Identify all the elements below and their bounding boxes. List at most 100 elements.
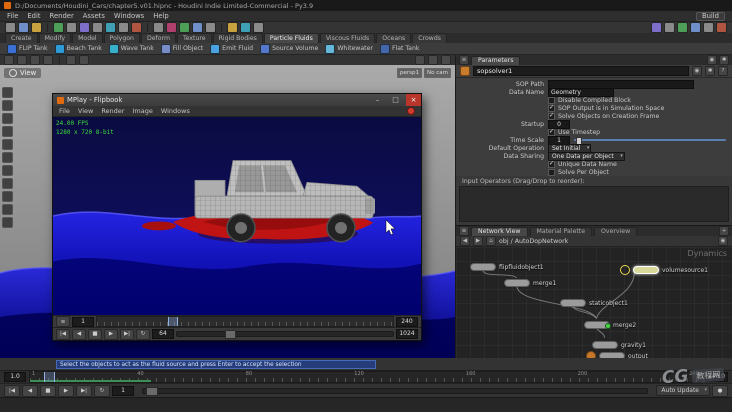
mplay-menu-render[interactable]: Render: [101, 107, 124, 115]
toolbar-icon[interactable]: [179, 22, 190, 33]
network-canvas[interactable]: Dynamics flipfluidobject1 merge1 volumes…: [456, 247, 732, 358]
network-path[interactable]: obj / AutoDopNetwork: [499, 238, 568, 245]
node-output[interactable]: output: [586, 351, 648, 358]
new-scene-icon[interactable]: [5, 22, 16, 33]
pane-menu-icon[interactable]: ≡: [459, 55, 469, 65]
mplay-to-end-button[interactable]: ▶|: [120, 328, 134, 340]
shelf-tab-polygon[interactable]: Polygon: [103, 33, 140, 43]
back-icon[interactable]: ◀: [460, 236, 470, 246]
tab-network-view[interactable]: Network View: [471, 227, 528, 236]
mplay-scrub-slider[interactable]: [176, 330, 394, 339]
node-body[interactable]: [599, 352, 625, 358]
rotate-tool-icon[interactable]: [30, 55, 40, 65]
help-icon[interactable]: ?: [718, 66, 728, 76]
mplay-menu-image[interactable]: Image: [132, 107, 152, 115]
toolbar-icon[interactable]: [105, 22, 116, 33]
mplay-menu-view[interactable]: View: [78, 107, 93, 115]
shelf-tab-particle-fluids[interactable]: Particle Fluids: [263, 33, 319, 43]
desktop-selector[interactable]: Build: [695, 11, 725, 21]
forward-icon[interactable]: ▶: [473, 236, 483, 246]
shelf-tab-deform[interactable]: Deform: [140, 33, 176, 43]
add-tab-icon[interactable]: +: [719, 226, 729, 236]
mplay-window[interactable]: MPlay - Flipbook – □ × File View Render …: [52, 93, 422, 341]
stop-button[interactable]: ■: [40, 384, 56, 397]
maximize-button[interactable]: □: [388, 94, 403, 106]
mplay-image-area[interactable]: 24.00 FPS 1280 x 720 8-bit: [53, 117, 421, 315]
shelf-tab-viscous-fluids[interactable]: Viscous Fluids: [319, 33, 376, 43]
checkbox[interactable]: [548, 168, 555, 176]
render-region-icon[interactable]: [2, 204, 13, 215]
sculpt-icon[interactable]: [2, 165, 13, 176]
scale-tool-icon[interactable]: [43, 55, 53, 65]
title-bar[interactable]: D:/Documents/Houdini_Cars/chapter5.v01.h…: [0, 0, 732, 11]
checkbox[interactable]: ✓: [548, 160, 555, 168]
light-icon[interactable]: [2, 191, 13, 202]
mplay-current-frame[interactable]: 64: [152, 329, 174, 339]
toolbar-icon[interactable]: [66, 22, 77, 33]
shelf-tab-rigid-bodies[interactable]: Rigid Bodies: [212, 33, 263, 43]
toolbar-icon[interactable]: [240, 22, 251, 33]
mplay-fit-icon[interactable]: ≡: [56, 316, 70, 327]
data-sharing-dropdown[interactable]: One Data per Object: [548, 151, 625, 161]
gear-icon[interactable]: ✱: [705, 66, 715, 76]
mplay-res-field[interactable]: 1024: [396, 329, 418, 339]
open-file-icon[interactable]: [18, 22, 29, 33]
shelf-tab-texture[interactable]: Texture: [176, 33, 212, 43]
node-body[interactable]: [592, 341, 618, 349]
shelf-tab-modify[interactable]: Modify: [38, 33, 72, 43]
shelf-tab-crowds[interactable]: Crowds: [412, 33, 447, 43]
node-flipfluidobject1[interactable]: flipfluidobject1: [470, 263, 544, 271]
toolbar-icon[interactable]: [166, 22, 177, 33]
checkbox[interactable]: [548, 96, 555, 104]
data-name-field[interactable]: Geometry: [548, 87, 614, 97]
node-volumesource1[interactable]: volumesource1: [620, 265, 708, 275]
mplay-to-start-button[interactable]: |◀: [56, 328, 70, 340]
mplay-playhead[interactable]: [168, 317, 179, 326]
toolbar-icon[interactable]: [153, 22, 164, 33]
node-staticobject1[interactable]: staticobject1: [560, 299, 628, 307]
toolbar-icon[interactable]: [79, 22, 90, 33]
mplay-menu-windows[interactable]: Windows: [161, 107, 190, 115]
move-tool-icon[interactable]: [17, 55, 27, 65]
home-icon[interactable]: ⌂: [486, 236, 496, 246]
shelf-tab-oceans[interactable]: Oceans: [376, 33, 412, 43]
mplay-menu-file[interactable]: File: [59, 107, 70, 115]
flipbook-icon[interactable]: [2, 217, 13, 228]
record-icon[interactable]: [407, 107, 415, 115]
paint-icon[interactable]: [2, 178, 13, 189]
menu-render[interactable]: Render: [50, 12, 74, 20]
frame-ruler[interactable]: 1 40 80 120 160 200 240: [29, 371, 702, 383]
select-tool-icon[interactable]: [4, 55, 14, 65]
pose-icon[interactable]: [2, 152, 13, 163]
shade-mode-icon[interactable]: [415, 55, 425, 65]
toolbar-icon[interactable]: [651, 22, 662, 33]
playbar-start-field[interactable]: 1.0: [4, 372, 26, 382]
node-name-field[interactable]: sopsolver1: [473, 66, 689, 76]
display-options-icon[interactable]: [428, 55, 438, 65]
snap-icon[interactable]: [66, 55, 76, 65]
toolbar-icon[interactable]: [118, 22, 129, 33]
node-merge2[interactable]: merge2: [584, 321, 636, 329]
persp-selector[interactable]: persp1: [397, 68, 423, 78]
current-frame-field[interactable]: 1: [112, 385, 134, 396]
toolbar-icon[interactable]: [664, 22, 675, 33]
toolbar-icon[interactable]: [690, 22, 701, 33]
node-body[interactable]: [504, 279, 530, 287]
pin-icon[interactable]: ◉: [707, 55, 717, 65]
pin-icon[interactable]: ◉: [692, 66, 702, 76]
sim-cache-icon[interactable]: ●: [712, 384, 728, 397]
global-scale-slider[interactable]: [142, 386, 649, 396]
mplay-scrub-thumb[interactable]: [224, 330, 236, 339]
menu-file[interactable]: File: [7, 12, 18, 20]
viewport-label[interactable]: View: [4, 68, 42, 78]
toolbar-icon[interactable]: [192, 22, 203, 33]
toolbar-icon[interactable]: [677, 22, 688, 33]
camera-selector[interactable]: No cam: [424, 68, 451, 78]
shelf-tool-fill-object[interactable]: Fill Object: [160, 43, 203, 54]
mplay-start-frame[interactable]: 1: [72, 316, 94, 327]
mplay-stop-button[interactable]: ■: [88, 328, 102, 340]
menu-assets[interactable]: Assets: [83, 12, 105, 20]
close-button[interactable]: ×: [406, 94, 421, 106]
tab-parameters[interactable]: Parameters: [471, 56, 521, 65]
to-start-button[interactable]: |◀: [4, 384, 20, 397]
